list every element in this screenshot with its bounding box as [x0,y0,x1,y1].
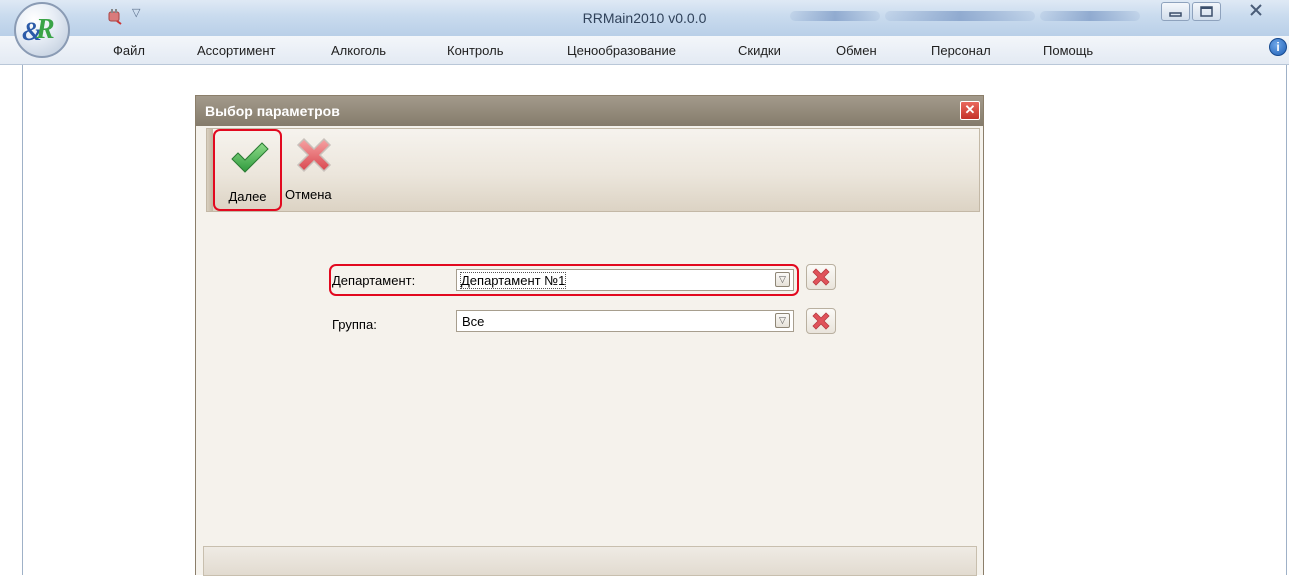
menu-staff[interactable]: Персонал [931,43,991,58]
svg-text:R: R [35,14,55,45]
menu-pricing[interactable]: Ценообразование [567,43,676,58]
dialog-title: Выбор параметров [205,103,340,119]
title-decoration [1040,11,1140,21]
cancel-button-label: Отмена [285,187,332,202]
chevron-down-icon[interactable]: ▽ [775,313,790,328]
menu-bar: Файл Ассортимент Алкоголь Контроль Ценоо… [0,36,1289,65]
menu-discounts[interactable]: Скидки [738,43,781,58]
clear-x-icon [812,268,830,286]
title-decoration [885,11,1035,21]
parameters-dialog: Выбор параметров ✕ Далее Отмена Департам… [195,95,984,576]
dialog-close-button[interactable]: ✕ [960,101,980,120]
menu-exchange[interactable]: Обмен [836,43,877,58]
dialog-toolbar: Далее Отмена [206,128,980,212]
checkmark-icon [231,142,269,173]
work-area-border [22,65,23,575]
department-clear-button[interactable] [806,264,836,290]
group-value: Все [462,314,485,329]
group-label: Группа: [332,317,377,332]
chevron-down-icon[interactable]: ▽ [775,272,790,287]
menu-file[interactable]: Файл [113,43,145,58]
rr-logo-icon[interactable]: & R [14,2,70,58]
department-label: Департамент: [332,273,416,288]
title-bar: ▽ RRMain2010 v0.0.0 [0,0,1289,37]
next-button-label: Далее [228,189,267,204]
menu-assortment[interactable]: Ассортимент [197,43,276,58]
dialog-title-bar[interactable]: Выбор параметров ✕ [196,96,983,126]
group-clear-button[interactable] [806,308,836,334]
menu-help[interactable]: Помощь [1043,43,1093,58]
clear-x-icon [812,312,830,330]
red-x-icon [296,137,332,173]
department-value: Департамент №1 [459,272,567,289]
menu-control[interactable]: Контроль [447,43,503,58]
close-window-button[interactable] [1236,2,1276,21]
minimize-button[interactable] [1161,2,1190,21]
title-decoration [790,11,880,21]
next-button[interactable]: Далее [213,129,282,211]
group-select[interactable]: Все ▽ [456,310,794,332]
department-select[interactable]: Департамент №1 ▽ [456,269,794,291]
menu-alcohol[interactable]: Алкоголь [331,43,386,58]
cancel-button[interactable]: Отмена [284,129,354,211]
help-icon[interactable]: i [1269,38,1287,56]
maximize-button[interactable] [1192,2,1221,21]
dialog-status-bar [203,546,977,576]
work-area-border [1286,65,1287,575]
